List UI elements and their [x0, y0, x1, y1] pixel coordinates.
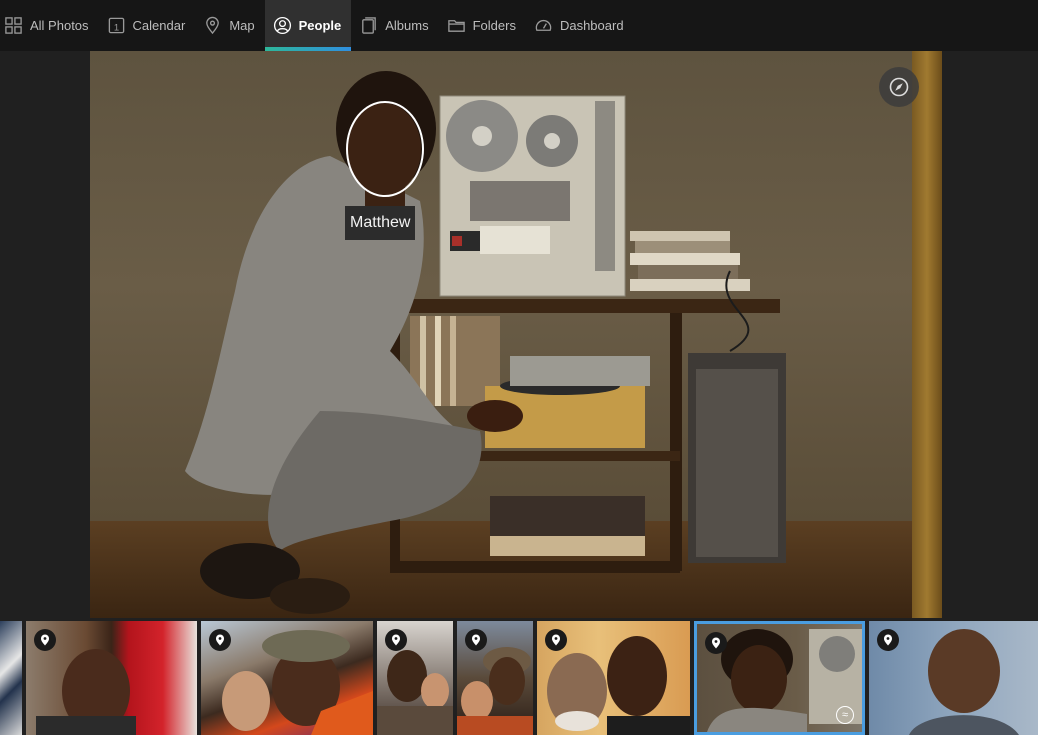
person-icon: [273, 16, 291, 35]
top-navigation: All Photos 1 Calendar Map People Albums …: [0, 0, 1038, 51]
map-pin-icon: [206, 16, 220, 35]
location-pin-badge: [385, 629, 407, 651]
filmstrip-thumbnail[interactable]: [457, 621, 533, 735]
location-pin-badge: [877, 629, 899, 651]
map-pin-icon: [392, 634, 400, 646]
album-icon: [362, 17, 377, 34]
tab-all-photos[interactable]: All Photos: [0, 0, 99, 51]
filmstrip-thumbnail[interactable]: [537, 621, 690, 735]
tab-label: All Photos: [30, 18, 89, 33]
grid-icon: [5, 17, 22, 34]
map-pin-icon: [552, 634, 560, 646]
tab-label: Albums: [385, 18, 429, 33]
filmstrip-thumbnail-selected[interactable]: ≈: [694, 621, 865, 735]
tab-label: People: [298, 18, 342, 33]
map-pin-icon: [884, 634, 892, 646]
tab-folders[interactable]: Folders: [439, 0, 526, 51]
location-pin-badge: [34, 629, 56, 651]
location-pin-badge: [545, 629, 567, 651]
tab-dashboard[interactable]: Dashboard: [526, 0, 634, 51]
filmstrip-thumbnail[interactable]: [201, 621, 373, 735]
gauge-icon: [535, 19, 552, 31]
map-pin-icon: [216, 634, 224, 646]
filmstrip-thumbnail[interactable]: [377, 621, 453, 735]
tab-map[interactable]: Map: [195, 0, 264, 51]
filmstrip-thumbnail[interactable]: [869, 621, 1038, 735]
face-detection-ring[interactable]: [346, 101, 424, 197]
main-photo[interactable]: Matthew: [90, 51, 942, 618]
tab-albums[interactable]: Albums: [351, 0, 438, 51]
tab-calendar[interactable]: 1 Calendar: [99, 0, 196, 51]
filmstrip-thumbnail[interactable]: [26, 621, 197, 735]
compass-button[interactable]: [879, 67, 919, 107]
compass-icon: [889, 77, 909, 97]
tab-label: Calendar: [132, 18, 186, 33]
filmstrip: ≈: [0, 618, 1038, 735]
photo-viewer: Matthew: [0, 51, 1038, 618]
live-photo-icon: ≈: [836, 706, 854, 724]
map-pin-icon: [472, 634, 480, 646]
tab-label: Map: [229, 18, 255, 33]
filmstrip-thumbnail[interactable]: [0, 621, 22, 735]
location-pin-badge: [209, 629, 231, 651]
location-pin-badge: [465, 629, 487, 651]
tab-people[interactable]: People: [264, 0, 352, 51]
face-name-tag[interactable]: Matthew: [345, 206, 416, 240]
tab-label: Dashboard: [559, 18, 624, 33]
photo-scene: [185, 71, 786, 614]
folder-icon: [447, 20, 465, 32]
map-pin-icon: [41, 634, 49, 646]
location-pin-badge: [705, 632, 727, 654]
map-pin-icon: [712, 637, 720, 649]
calendar-icon: 1: [108, 17, 124, 34]
calendar-day: 1: [113, 22, 118, 33]
tab-label: Folders: [472, 18, 516, 33]
